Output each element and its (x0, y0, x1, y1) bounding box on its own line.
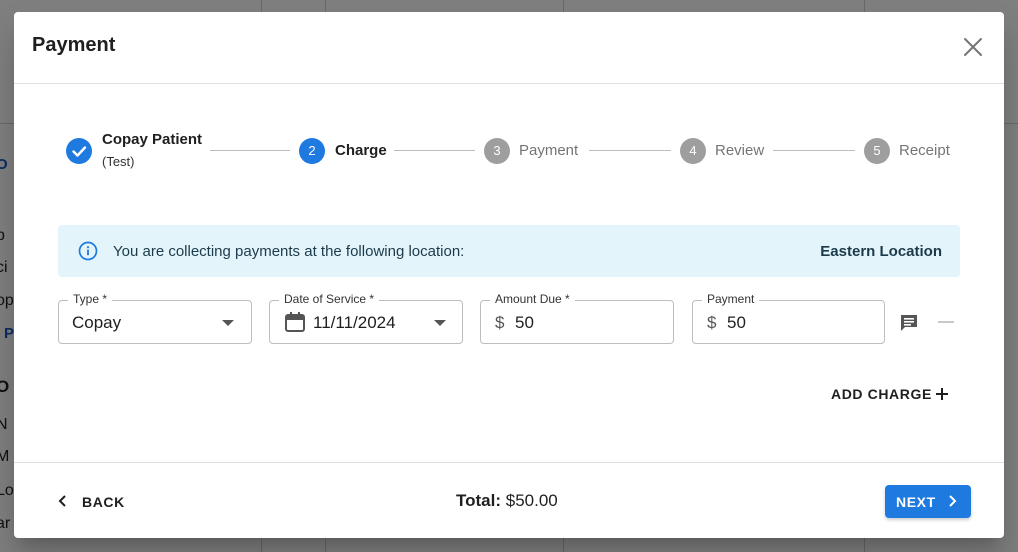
step-connector (773, 150, 855, 151)
dialog-title: Payment (32, 34, 116, 56)
amount-due-label: Amount Due * (490, 292, 575, 306)
total-value: $50.00 (505, 491, 558, 510)
step-4-label: Review (715, 142, 765, 159)
chevron-right-icon (949, 495, 957, 507)
step-connector (589, 150, 671, 151)
back-label: BACK (82, 494, 125, 510)
amount-due-field[interactable]: Amount Due * $ 50 (480, 292, 674, 344)
type-select[interactable]: Type * Copay (58, 292, 252, 344)
payment-value: 50 (727, 313, 746, 332)
step-connector (394, 150, 475, 151)
date-of-service-label: Date of Service * (279, 292, 380, 306)
banner-message: You are collecting payments at the follo… (113, 243, 465, 260)
next-button[interactable]: NEXT (885, 485, 971, 518)
remove-charge-icon[interactable] (938, 321, 954, 323)
next-label: NEXT (896, 494, 936, 510)
payment-dialog: Payment Copay Patient (Test) 2 Charge 3 … (14, 12, 1004, 538)
step-1-label: Copay Patient (102, 131, 203, 148)
dropdown-arrow-icon (222, 320, 234, 326)
step-1-indicator (66, 138, 92, 164)
info-icon (78, 241, 98, 261)
step-2-indicator: 2 (299, 138, 325, 164)
total-summary: Total: $50.00 (456, 491, 558, 511)
date-of-service-picker[interactable]: Date of Service * 11/11/2024 (269, 292, 463, 344)
step-connector (210, 150, 290, 151)
payment-label: Payment (702, 292, 760, 306)
type-label: Type * (68, 292, 113, 306)
payment-stepper: Copay Patient (Test) 2 Charge 3 Payment … (14, 84, 1004, 204)
plus-icon (936, 388, 948, 400)
payment-amount-field[interactable]: Payment $ 50 (692, 292, 885, 344)
date-of-service-value: 11/11/2024 (313, 313, 396, 332)
calendar-icon (285, 312, 305, 332)
dialog-footer: BACK Total: $50.00 NEXT (14, 462, 1004, 538)
check-icon (72, 146, 87, 157)
chevron-left-icon (58, 495, 66, 507)
total-label: Total: (456, 491, 502, 510)
step-4-indicator: 4 (680, 138, 706, 164)
step-1-sublabel: (Test) (102, 154, 135, 169)
location-info-banner: You are collecting payments at the follo… (58, 225, 960, 277)
step-2-label: Charge (335, 142, 387, 159)
type-value: Copay (72, 313, 122, 332)
comment-icon[interactable] (898, 312, 920, 334)
currency-prefix: $ (707, 313, 717, 332)
step-5-indicator: 5 (864, 138, 890, 164)
dropdown-arrow-icon (434, 320, 446, 326)
step-3-indicator: 3 (484, 138, 510, 164)
location-name: Eastern Location (820, 243, 942, 260)
dialog-header: Payment (14, 12, 1004, 84)
currency-prefix: $ (495, 313, 505, 332)
add-charge-label: ADD CHARGE (831, 386, 932, 402)
step-3-label: Payment (519, 142, 579, 159)
step-5-label: Receipt (899, 142, 950, 159)
close-button[interactable] (960, 34, 986, 60)
close-icon (964, 38, 982, 56)
amount-due-value: 50 (515, 313, 534, 332)
